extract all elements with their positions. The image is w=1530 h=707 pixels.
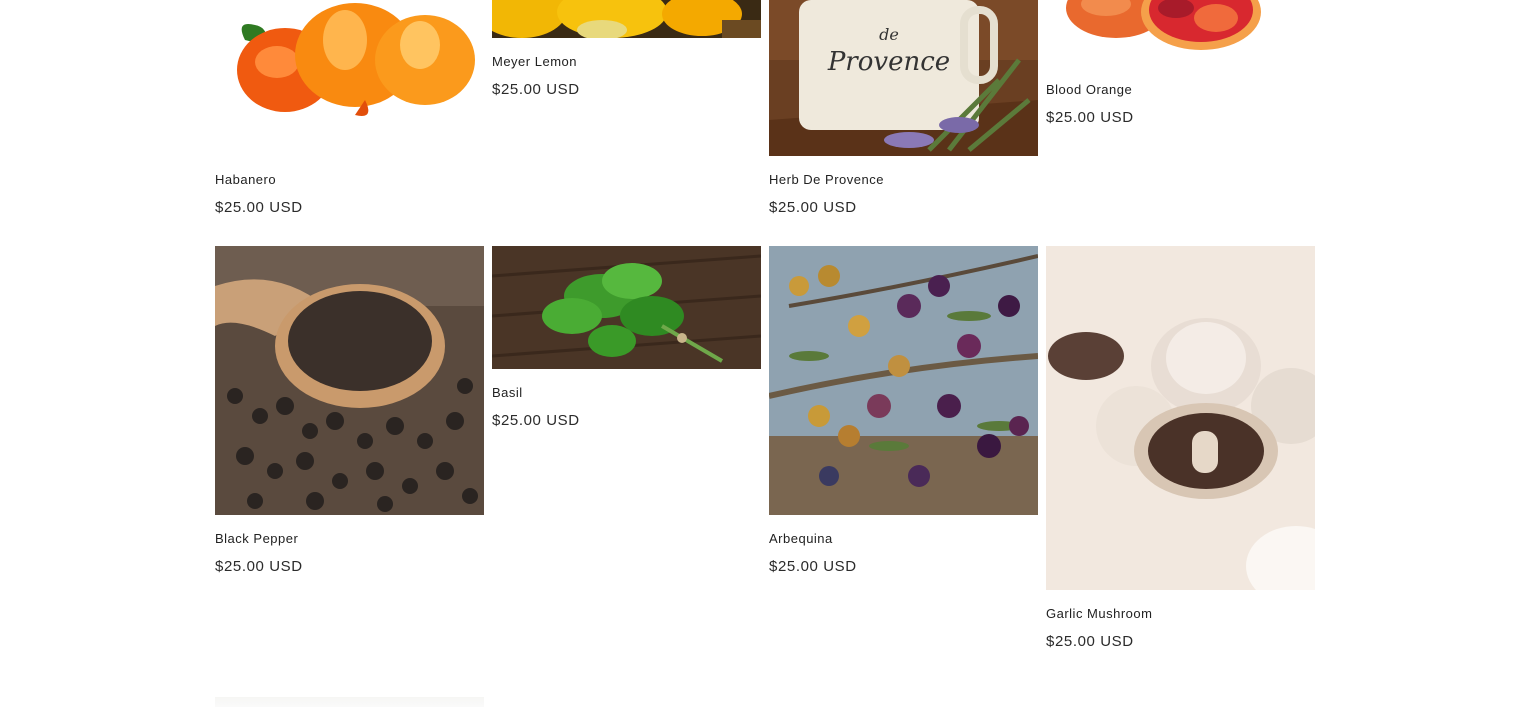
product-title[interactable]: Meyer Lemon [492, 54, 577, 69]
product-title[interactable]: Herb De Provence [769, 172, 884, 187]
product-price: $25.00 USD [492, 81, 580, 98]
meyer-lemon-image[interactable] [492, 0, 761, 38]
product-price: $25.00 USD [1046, 633, 1134, 650]
product-title[interactable]: Arbequina [769, 531, 833, 546]
product-price: $25.00 USD [492, 412, 580, 429]
jar-label-top: de [879, 25, 899, 44]
herb-de-provence-image[interactable]: de Provence [769, 0, 1038, 156]
product-price: $25.00 USD [1046, 109, 1134, 126]
blood-orange-image[interactable] [1046, 0, 1315, 66]
garlic-mushroom-image[interactable] [1046, 246, 1315, 590]
product-price: $25.00 USD [215, 199, 303, 216]
product-title[interactable]: Blood Orange [1046, 82, 1132, 97]
basil-image[interactable] [492, 246, 761, 369]
black-pepper-image[interactable] [215, 246, 484, 515]
product-title[interactable]: Black Pepper [215, 531, 298, 546]
habanero-image[interactable] [215, 0, 484, 156]
product-title[interactable]: Garlic Mushroom [1046, 606, 1152, 621]
product-title[interactable]: Basil [492, 385, 523, 400]
product-price: $25.00 USD [769, 199, 857, 216]
product-price: $25.00 USD [215, 558, 303, 575]
next-product-image-partial[interactable] [215, 697, 484, 707]
arbequina-image[interactable] [769, 246, 1038, 515]
product-price: $25.00 USD [769, 558, 857, 575]
jar-label-provence: Provence [827, 47, 950, 77]
product-title[interactable]: Habanero [215, 172, 276, 187]
